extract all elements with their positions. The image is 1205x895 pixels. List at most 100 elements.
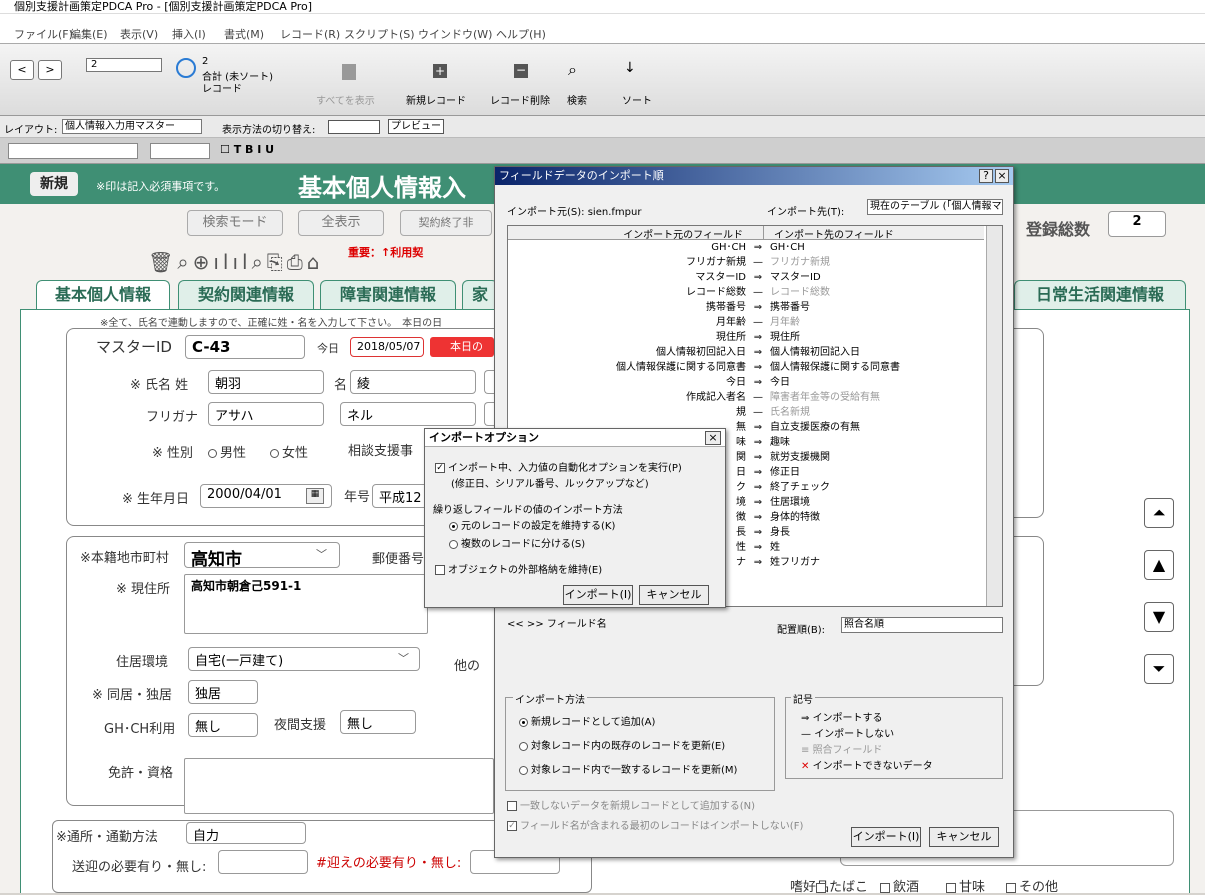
method-match-radio[interactable]: 対象レコード内で一致するレコードを更新(M) bbox=[519, 761, 737, 776]
hobby-other-checkbox[interactable]: その他 bbox=[1006, 876, 1058, 895]
font-select[interactable] bbox=[8, 143, 138, 159]
housing-chevron-icon[interactable]: ﹀ bbox=[398, 650, 409, 666]
search-button[interactable]: 検索 bbox=[567, 92, 587, 107]
license-field[interactable] bbox=[184, 758, 494, 814]
master-id-field[interactable]: C-43 bbox=[185, 335, 305, 359]
housing-select[interactable]: 自宅(一戸建て) bbox=[188, 647, 420, 671]
furigana-last-field[interactable]: アサハ bbox=[208, 402, 324, 426]
repeat-split-radio[interactable]: 複数のレコードに分ける(S) bbox=[449, 535, 585, 550]
preview-button[interactable]: プレビュー bbox=[388, 119, 444, 134]
prev-record-button[interactable]: < bbox=[10, 60, 34, 80]
mapping-row[interactable]: 作成記入者名 — 障害者年金等の受給有無 bbox=[508, 392, 998, 404]
field-nav[interactable]: << >> フィールド名 bbox=[507, 615, 607, 630]
down-icon[interactable]: ▼ bbox=[1144, 602, 1174, 632]
mapping-arrow[interactable]: ⇒ bbox=[751, 422, 765, 434]
repeat-keep-radio[interactable]: 元のレコードの設定を維持する(K) bbox=[449, 517, 615, 532]
mapping-arrow[interactable]: ⇒ bbox=[751, 452, 765, 464]
tab-basic-info[interactable]: 基本個人情報 bbox=[36, 280, 170, 310]
last-name-field[interactable]: 朝羽 bbox=[208, 370, 324, 394]
tab-disability[interactable]: 障害関連情報 bbox=[320, 280, 456, 310]
mapping-arrow[interactable]: ⇒ bbox=[751, 467, 765, 479]
today-field[interactable]: 2018/05/07 bbox=[350, 337, 424, 357]
mapping-row[interactable]: GH･CH ⇒ GH･CH bbox=[508, 242, 998, 254]
col-source-header[interactable]: インポート元のフィールド bbox=[508, 226, 764, 241]
living-select[interactable]: 独居 bbox=[188, 680, 258, 704]
mapping-row[interactable]: レコード総数 — レコード総数 bbox=[508, 287, 998, 299]
tab-daily-life[interactable]: 日常生活関連情報 bbox=[1014, 280, 1186, 310]
era-field[interactable]: 平成12 bbox=[372, 484, 432, 508]
mapping-row[interactable]: マスターID ⇒ マスターID bbox=[508, 272, 998, 284]
menu-format[interactable]: 書式(M) bbox=[224, 26, 264, 42]
options-close-icon[interactable]: × bbox=[705, 431, 721, 445]
calendar-icon[interactable]: ▦ bbox=[306, 488, 324, 504]
import-button[interactable]: インポート(I) bbox=[851, 827, 921, 847]
mapping-arrow[interactable]: ⇒ bbox=[751, 497, 765, 509]
close-icon[interactable]: × bbox=[995, 169, 1009, 183]
menu-insert[interactable]: 挿入(I) bbox=[172, 26, 206, 42]
menu-help[interactable]: ヘルプ(H) bbox=[496, 26, 546, 42]
mapping-arrow[interactable]: ⇒ bbox=[751, 377, 765, 389]
menu-view[interactable]: 表示(V) bbox=[120, 26, 158, 42]
mapping-row[interactable]: 個人情報保護に関する同意書 ⇒ 個人情報保護に関する同意書 bbox=[508, 362, 998, 374]
help-button[interactable]: ? bbox=[979, 169, 993, 183]
method-update-radio[interactable]: 対象レコード内の既存のレコードを更新(E) bbox=[519, 737, 725, 752]
options-cancel-button[interactable]: キャンセル bbox=[639, 585, 709, 605]
tab-contract[interactable]: 契約関連情報 bbox=[178, 280, 314, 310]
address-field[interactable]: 高知市朝倉己591-1 bbox=[184, 574, 428, 634]
hobby-sweets-checkbox[interactable]: 甘味 bbox=[946, 876, 985, 895]
sort-button[interactable]: ソート bbox=[622, 92, 652, 107]
mapping-arrow[interactable]: ⇒ bbox=[751, 272, 765, 284]
col-dest-header[interactable]: インポート先のフィールド bbox=[764, 226, 984, 241]
hobby-tobacco-checkbox[interactable]: たばこ bbox=[816, 876, 868, 895]
search-mode-button[interactable]: 検索モード bbox=[187, 210, 283, 236]
show-all-button[interactable]: すべてを表示 bbox=[316, 92, 375, 107]
options-import-button[interactable]: インポート(I) bbox=[563, 585, 633, 605]
auto-enter-checkbox[interactable]: ✓ インポート中、入力値の自動化オプションを実行(P) bbox=[435, 459, 682, 474]
mapping-row[interactable]: 規 — 氏名新規 bbox=[508, 407, 998, 419]
mapping-arrow[interactable]: ⇒ bbox=[751, 302, 765, 314]
hobby-alcohol-checkbox[interactable]: 飲酒 bbox=[880, 876, 919, 895]
mapping-row[interactable]: 個人情報初回記入日 ⇒ 個人情報初回記入日 bbox=[508, 347, 998, 359]
mapping-arrow[interactable]: ⇒ bbox=[751, 362, 765, 374]
layout-select[interactable]: 個人情報入力用マスター bbox=[62, 119, 202, 134]
mapping-arrow[interactable]: ⇒ bbox=[751, 242, 765, 254]
style-buttons[interactable]: ☐ T B I U bbox=[220, 143, 340, 159]
mapping-arrow[interactable]: ⇒ bbox=[751, 347, 765, 359]
first-name-field[interactable]: 綾 bbox=[350, 370, 476, 394]
gh-select[interactable]: 無し bbox=[188, 713, 258, 737]
mapping-row[interactable]: 携帯番号 ⇒ 携帯番号 bbox=[508, 302, 998, 314]
mapping-row[interactable]: 今日 ⇒ 今日 bbox=[508, 377, 998, 389]
gender-female-radio[interactable]: 女性 bbox=[270, 442, 308, 461]
skip-first-record-checkbox[interactable]: ✓ フィールド名が含まれる最初のレコードはインポートしない(F) bbox=[507, 817, 803, 832]
mapping-row[interactable]: フリガナ新規 — フリガナ新規 bbox=[508, 257, 998, 269]
mapping-arrow[interactable]: — bbox=[751, 317, 765, 329]
pickup-select[interactable] bbox=[218, 850, 308, 874]
method-add-radio[interactable]: 新規レコードとして追加(A) bbox=[519, 713, 655, 728]
show-all-form-button[interactable]: 全表示 bbox=[298, 210, 384, 236]
mapping-arrow[interactable]: — bbox=[751, 407, 765, 419]
night-support-select[interactable]: 無し bbox=[340, 710, 416, 734]
record-number-input[interactable]: 2 bbox=[86, 58, 162, 72]
view-toggle-buttons[interactable] bbox=[328, 120, 380, 134]
furigana-first-field[interactable]: ネル bbox=[340, 402, 476, 426]
size-select[interactable] bbox=[150, 143, 210, 159]
menu-window[interactable]: ウインドウ(W) bbox=[418, 26, 492, 42]
last-record-icon[interactable]: ⏷ bbox=[1144, 654, 1174, 684]
dest-select[interactable]: 現在のテーブル (「個人情報マス bbox=[867, 199, 1003, 215]
mapping-arrow[interactable]: — bbox=[751, 392, 765, 404]
mapping-arrow[interactable]: ⇒ bbox=[751, 542, 765, 554]
mapping-arrow[interactable]: — bbox=[751, 287, 765, 299]
mapping-arrow[interactable]: ⇒ bbox=[751, 332, 765, 344]
commute-field[interactable]: 自力 bbox=[186, 822, 306, 844]
gender-male-radio[interactable]: 男性 bbox=[208, 442, 246, 461]
up-icon[interactable]: ▲ bbox=[1144, 550, 1174, 580]
next-record-button[interactable]: > bbox=[38, 60, 62, 80]
mapping-arrow[interactable]: ⇒ bbox=[751, 437, 765, 449]
form-toolbar-icons[interactable]: 🗑⌕⊕ılıl⌕⎘⎙⌂ bbox=[148, 250, 323, 274]
new-record-button[interactable]: 新規レコード bbox=[406, 92, 466, 107]
menu-edit[interactable]: 編集(E) bbox=[70, 26, 108, 42]
mapping-row[interactable]: 月年齢 — 月年齢 bbox=[508, 317, 998, 329]
external-storage-checkbox[interactable]: オブジェクトの外部格納を維持(E) bbox=[435, 561, 602, 576]
new-button[interactable]: 新規 bbox=[30, 172, 78, 196]
mapping-arrow[interactable]: ⇒ bbox=[751, 527, 765, 539]
